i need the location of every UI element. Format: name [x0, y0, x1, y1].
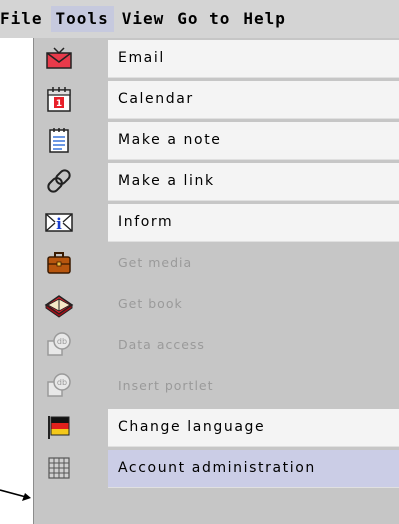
- svg-text:db: db: [57, 337, 67, 346]
- menu-item-inform-box: Inform: [108, 204, 399, 242]
- info-envelope-icon: i: [45, 213, 73, 233]
- menu-item-label: Make a note: [118, 132, 222, 148]
- menu-item-email[interactable]: Email: [34, 38, 399, 79]
- menu-file[interactable]: File: [0, 6, 48, 32]
- menu-item-make-a-note-box: Make a note: [108, 122, 399, 160]
- menu-item-email-box: Email: [108, 40, 399, 78]
- book-icon: [44, 295, 74, 318]
- menu-item-label: Data access: [118, 337, 205, 352]
- menu-item-change-language-box: Change language: [108, 409, 399, 447]
- menu-item-label: Calendar: [118, 91, 194, 107]
- menu-item-insert-portlet-box: Insert portlet: [108, 368, 399, 405]
- menu-item-label: Get media: [118, 255, 193, 270]
- notepad-icon: [49, 128, 69, 153]
- menu-item-data-access: db Data access: [34, 325, 399, 366]
- menu-item-get-book: Get book: [34, 284, 399, 325]
- menu-bar: File Tools View Go to Help: [0, 0, 399, 38]
- menu-item-make-a-link[interactable]: Make a link: [34, 161, 399, 202]
- menu-item-make-a-link-box: Make a link: [108, 163, 399, 201]
- flag-icon: [48, 416, 70, 439]
- briefcase-icon: [47, 252, 71, 274]
- menu-item-label: Account administration: [118, 460, 316, 476]
- menu-go-to[interactable]: Go to: [172, 6, 235, 32]
- menu-item-calendar[interactable]: 1 Calendar: [34, 79, 399, 120]
- menu-item-label: Make a link: [118, 173, 215, 189]
- menu-item-label: Get book: [118, 296, 183, 311]
- database-icon: db: [47, 373, 71, 397]
- menu-help[interactable]: Help: [238, 6, 291, 32]
- svg-text:1: 1: [56, 99, 62, 109]
- tools-dropdown-menu: Email 1 Calendar Make a note Make a link…: [33, 38, 399, 524]
- menu-item-account-administration[interactable]: Account administration: [34, 448, 399, 489]
- menu-item-get-book-box: Get book: [108, 286, 399, 323]
- menu-item-calendar-box: Calendar: [108, 81, 399, 119]
- svg-text:i: i: [56, 215, 62, 233]
- menu-item-insert-portlet: db Insert portlet: [34, 366, 399, 407]
- menu-tools[interactable]: Tools: [50, 6, 114, 32]
- menu-item-get-media: Get media: [34, 243, 399, 284]
- chain-link-icon: [47, 169, 71, 193]
- menu-item-label: Insert portlet: [118, 378, 214, 393]
- menu-item-account-administration-box: Account administration: [108, 450, 399, 488]
- svg-text:db: db: [57, 378, 67, 387]
- menu-view[interactable]: View: [117, 6, 170, 32]
- pointer-arrow-icon: [0, 489, 31, 501]
- grid-icon: [48, 457, 70, 479]
- database-icon: db: [47, 332, 71, 356]
- menu-item-label: Inform: [118, 214, 174, 230]
- calendar-icon: 1: [47, 87, 71, 112]
- menu-item-label: Email: [118, 50, 165, 66]
- menu-item-make-a-note[interactable]: Make a note: [34, 120, 399, 161]
- menu-item-label: Change language: [118, 419, 266, 435]
- menu-item-get-media-box: Get media: [108, 245, 399, 282]
- menu-item-data-access-box: Data access: [108, 327, 399, 364]
- menu-item-change-language[interactable]: Change language: [34, 407, 399, 448]
- menu-item-inform[interactable]: i Inform: [34, 202, 399, 243]
- envelope-icon: [46, 47, 72, 69]
